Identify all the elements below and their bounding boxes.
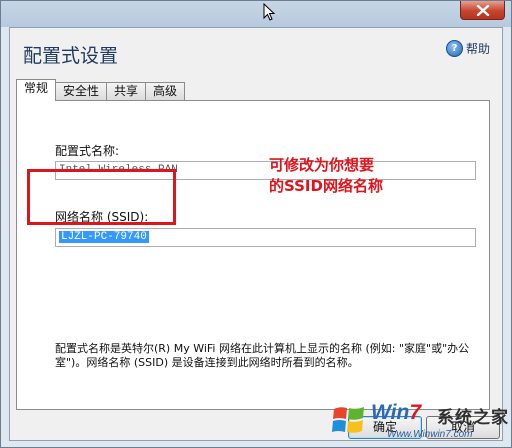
title-bar[interactable] — [1, 1, 511, 27]
annotation-highlight-box — [27, 169, 176, 225]
close-button[interactable] — [460, 1, 505, 20]
annotation-line-2: 的SSID网络名称 — [269, 177, 383, 195]
dialog-client-area: 配置式设置 ? 帮助 常规 安全性 共享 高级 配置式名称: Intel Wir… — [9, 27, 503, 441]
windows-logo-icon — [332, 407, 364, 433]
watermark-win: Win — [371, 401, 410, 424]
page-title: 配置式设置 — [23, 45, 119, 67]
tab-security[interactable]: 安全性 — [55, 82, 108, 100]
close-icon — [476, 5, 490, 16]
tab-sharing[interactable]: 共享 — [106, 82, 147, 100]
annotation-line-1: 可修改为你想要 — [269, 156, 375, 174]
profile-name-label: 配置式名称: — [55, 144, 120, 158]
annotation-text: 可修改为你想要 的SSID网络名称 — [269, 155, 383, 197]
watermark: Win7 系统之家 Www.Winwin7.com — [331, 399, 509, 445]
tab-general[interactable]: 常规 — [16, 79, 57, 101]
watermark-seven: 7 — [409, 401, 421, 424]
mouse-cursor-icon — [263, 3, 275, 21]
tab-advanced[interactable]: 高级 — [145, 82, 186, 100]
help-label: 帮助 — [465, 42, 490, 56]
help-link[interactable]: ? 帮助 — [445, 40, 490, 57]
watermark-chinese: 系统之家 — [437, 408, 509, 428]
watermark-url: Www.Winwin7.com — [387, 429, 473, 440]
ssid-selected-text: LJZL-PC-79740 — [59, 231, 149, 243]
description-text: 配置式名称是英特尔(R) My WiFi 网络在此计算机上显示的名称 (例如: … — [55, 342, 470, 369]
tab-strip: 常规 安全性 共享 高级 — [16, 79, 186, 101]
ssid-input[interactable]: LJZL-PC-79740 — [55, 228, 476, 247]
watermark-brand: Win7 — [371, 401, 421, 425]
dialog-window: 配置式设置 ? 帮助 常规 安全性 共享 高级 配置式名称: Intel Wir… — [0, 0, 512, 448]
help-icon: ? — [445, 40, 463, 57]
general-tab-panel: 配置式名称: Intel Wireless PAN 网络名称 (SSID): L… — [16, 100, 490, 410]
